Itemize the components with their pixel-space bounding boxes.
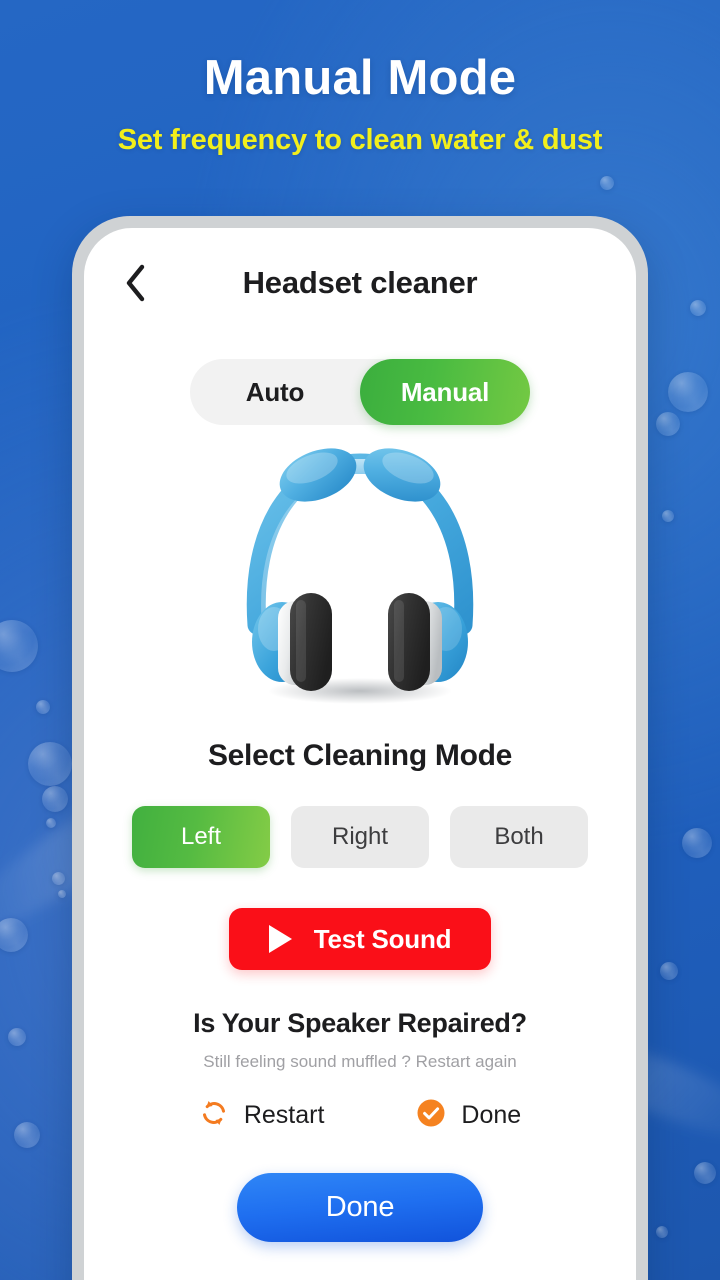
test-sound-label: Test Sound (313, 923, 452, 954)
check-circle-icon (416, 1098, 446, 1133)
repaired-actions: Restart Done (84, 1098, 636, 1133)
bubble (656, 1226, 668, 1238)
bubble (682, 828, 712, 858)
test-sound-button[interactable]: Test Sound (229, 908, 491, 970)
bubble (36, 700, 50, 714)
bubble (46, 818, 56, 828)
cleaning-mode-both[interactable]: Both (450, 806, 588, 868)
bubble (668, 372, 708, 412)
phone-screen: Headset cleaner Auto Manual Select Clean… (84, 228, 636, 1280)
bubble (28, 742, 72, 786)
repaired-subtitle: Still feeling sound muffled ? Restart ag… (203, 1052, 517, 1071)
cleaning-mode-title: Select Cleaning Mode (207, 739, 513, 772)
restart-action[interactable]: Restart (199, 1098, 325, 1133)
page-title: Headset cleaner (242, 265, 478, 300)
done-button[interactable]: Done (237, 1173, 483, 1242)
promo-header: Manual Mode Set frequency to clean water… (0, 52, 720, 157)
mode-toggle-wrap: Auto Manual (84, 359, 636, 425)
illustration-wrap (84, 437, 636, 717)
primary-action-wrap: Done (84, 1173, 636, 1242)
bubble (600, 176, 614, 190)
cleaning-mode-right[interactable]: Right (291, 806, 429, 868)
app-bar: Headset cleaner (84, 228, 636, 338)
play-icon (268, 925, 292, 953)
restart-label: Restart (243, 1101, 325, 1129)
toggle-option-auto[interactable]: Auto (190, 359, 360, 425)
chevron-left-icon (124, 263, 148, 303)
repaired-title: Is Your Speaker Repaired? (193, 1008, 527, 1038)
phone-frame: Headset cleaner Auto Manual Select Clean… (72, 216, 648, 1280)
cleaning-mode-left[interactable]: Left (132, 806, 270, 868)
promo-subtitle: Set frequency to clean water & dust (117, 123, 603, 156)
back-button[interactable] (114, 261, 158, 305)
bubble (0, 918, 28, 952)
bubble (690, 300, 706, 316)
bubble (8, 1028, 26, 1046)
toggle-option-manual[interactable]: Manual (360, 359, 530, 425)
done-button-label: Done (325, 1191, 395, 1223)
bubble (58, 890, 66, 898)
test-sound-wrap: Test Sound (84, 908, 636, 970)
bubble (694, 1162, 716, 1184)
bubble (662, 510, 674, 522)
mode-toggle[interactable]: Auto Manual (190, 359, 530, 425)
bubble (52, 872, 65, 885)
refresh-icon (199, 1098, 229, 1133)
promo-title: Manual Mode (203, 51, 517, 105)
done-action-label: Done (461, 1101, 522, 1129)
bubble (656, 412, 680, 436)
bubble (42, 786, 68, 812)
cleaning-mode-options: Left Right Both (84, 806, 636, 868)
bubble (660, 962, 678, 980)
bubble (14, 1122, 40, 1148)
bubble (0, 620, 38, 672)
headphones-illustration (240, 437, 480, 712)
done-action[interactable]: Done (416, 1098, 521, 1133)
